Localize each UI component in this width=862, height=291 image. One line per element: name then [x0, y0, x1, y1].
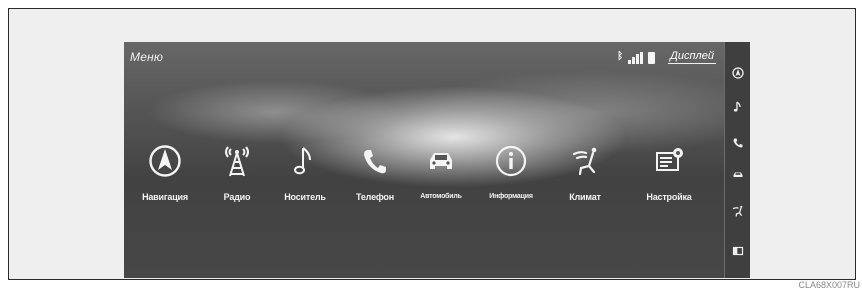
side-navigation-button[interactable] — [729, 64, 747, 82]
side-media-button[interactable] — [729, 98, 747, 116]
side-climate-button[interactable] — [729, 202, 747, 220]
music-note-icon — [733, 101, 741, 112]
side-screen-button[interactable] — [729, 242, 747, 260]
phone-icon — [364, 150, 386, 174]
navigation-icon — [732, 67, 744, 79]
app-label: Носитель — [284, 192, 326, 202]
app-navigation[interactable]: Навигация — [128, 144, 202, 202]
app-label: Информация — [489, 193, 533, 200]
app-grid: Навигация Радио Носитель Телефон Автомоб… — [124, 144, 724, 224]
app-label: Телефон — [356, 192, 394, 202]
side-phone-button[interactable] — [729, 134, 747, 152]
setup-icon — [656, 148, 683, 171]
app-vehicle[interactable]: Автомобиль — [404, 144, 478, 200]
music-note-icon — [294, 147, 311, 175]
app-label: Навигация — [142, 192, 188, 202]
app-media[interactable]: Носитель — [268, 144, 342, 202]
display-button[interactable]: Дисплей — [668, 50, 716, 64]
menu-screen: Меню ᛒ Дисплей Навигация Радио Носитель … — [124, 42, 724, 278]
battery-icon — [648, 52, 656, 64]
radio-tower-icon — [225, 146, 249, 177]
figure-code: CLA68X007RU — [798, 280, 860, 290]
signal-strength-icon — [628, 52, 644, 64]
climate-seat-icon — [572, 147, 597, 176]
app-phone[interactable]: Телефон — [338, 144, 412, 202]
screen-icon — [732, 246, 744, 256]
app-label: Настройка — [646, 192, 692, 202]
car-icon — [430, 153, 452, 169]
app-climate[interactable]: Климат — [548, 144, 622, 202]
bluetooth-icon: ᛒ — [617, 51, 624, 62]
app-label: Климат — [569, 192, 601, 202]
side-vehicle-button[interactable] — [729, 166, 747, 184]
navigation-icon — [149, 145, 181, 177]
app-setup[interactable]: Настройка — [632, 144, 706, 202]
page-title: Меню — [130, 50, 164, 64]
info-icon — [495, 145, 527, 177]
app-label: Радио — [223, 192, 251, 202]
phone-icon — [733, 138, 743, 148]
app-label: Автомобиль — [420, 193, 462, 200]
app-radio[interactable]: Радио — [200, 144, 274, 202]
status-bar: ᛒ Дисплей — [617, 48, 716, 64]
app-info[interactable]: Информация — [474, 144, 548, 200]
climate-seat-icon — [732, 205, 743, 217]
car-icon — [733, 172, 743, 177]
side-shortcut-bar — [724, 42, 750, 278]
